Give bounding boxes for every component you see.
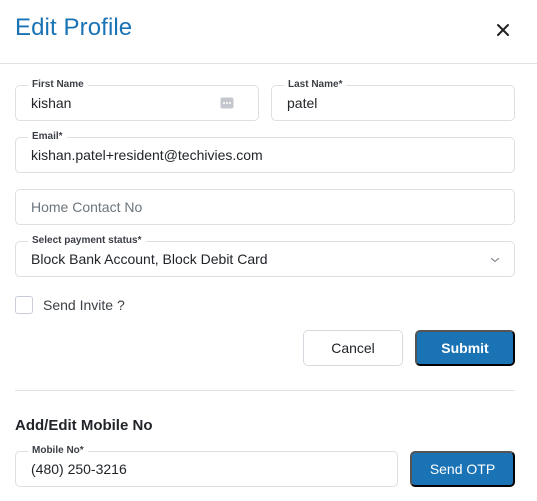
last-name-value: patel bbox=[287, 95, 318, 111]
home-contact-field[interactable]: Home Contact No bbox=[15, 189, 515, 225]
close-icon[interactable] bbox=[492, 19, 514, 41]
dialog-header: Edit Profile bbox=[0, 0, 537, 64]
mobile-section-title: Add/Edit Mobile No bbox=[15, 417, 153, 434]
last-name-label: Last Name* bbox=[284, 79, 347, 91]
chevron-down-icon bbox=[490, 257, 500, 263]
payment-status-value: Block Bank Account, Block Debit Card bbox=[31, 251, 268, 267]
cancel-button[interactable]: Cancel bbox=[303, 330, 403, 366]
dialog-title: Edit Profile bbox=[15, 14, 133, 41]
send-invite-label: Send Invite ? bbox=[43, 297, 125, 313]
email-label: Email* bbox=[28, 131, 67, 143]
home-contact-placeholder: Home Contact No bbox=[31, 199, 143, 215]
section-divider bbox=[15, 390, 515, 391]
email-field[interactable]: Email* kishan.patel+resident@techivies.c… bbox=[15, 131, 515, 173]
mobile-no-label: Mobile No* bbox=[28, 445, 88, 457]
mobile-no-field[interactable]: Mobile No* (480) 250-3216 bbox=[15, 445, 398, 487]
payment-status-select[interactable]: Select payment status* Block Bank Accoun… bbox=[15, 235, 515, 277]
first-name-value: kishan bbox=[31, 95, 72, 111]
send-invite-checkbox[interactable] bbox=[15, 296, 33, 314]
send-otp-button[interactable]: Send OTP bbox=[410, 451, 515, 487]
payment-status-label: Select payment status* bbox=[28, 235, 146, 247]
email-value: kishan.patel+resident@techivies.com bbox=[31, 147, 263, 163]
first-name-field[interactable]: First Name kishan bbox=[15, 79, 259, 121]
last-name-field[interactable]: Last Name* patel bbox=[271, 79, 515, 121]
autofill-key-icon[interactable] bbox=[220, 97, 234, 109]
submit-button[interactable]: Submit bbox=[415, 330, 515, 366]
first-name-label: First Name bbox=[28, 79, 88, 91]
mobile-no-value: (480) 250-3216 bbox=[31, 461, 127, 477]
